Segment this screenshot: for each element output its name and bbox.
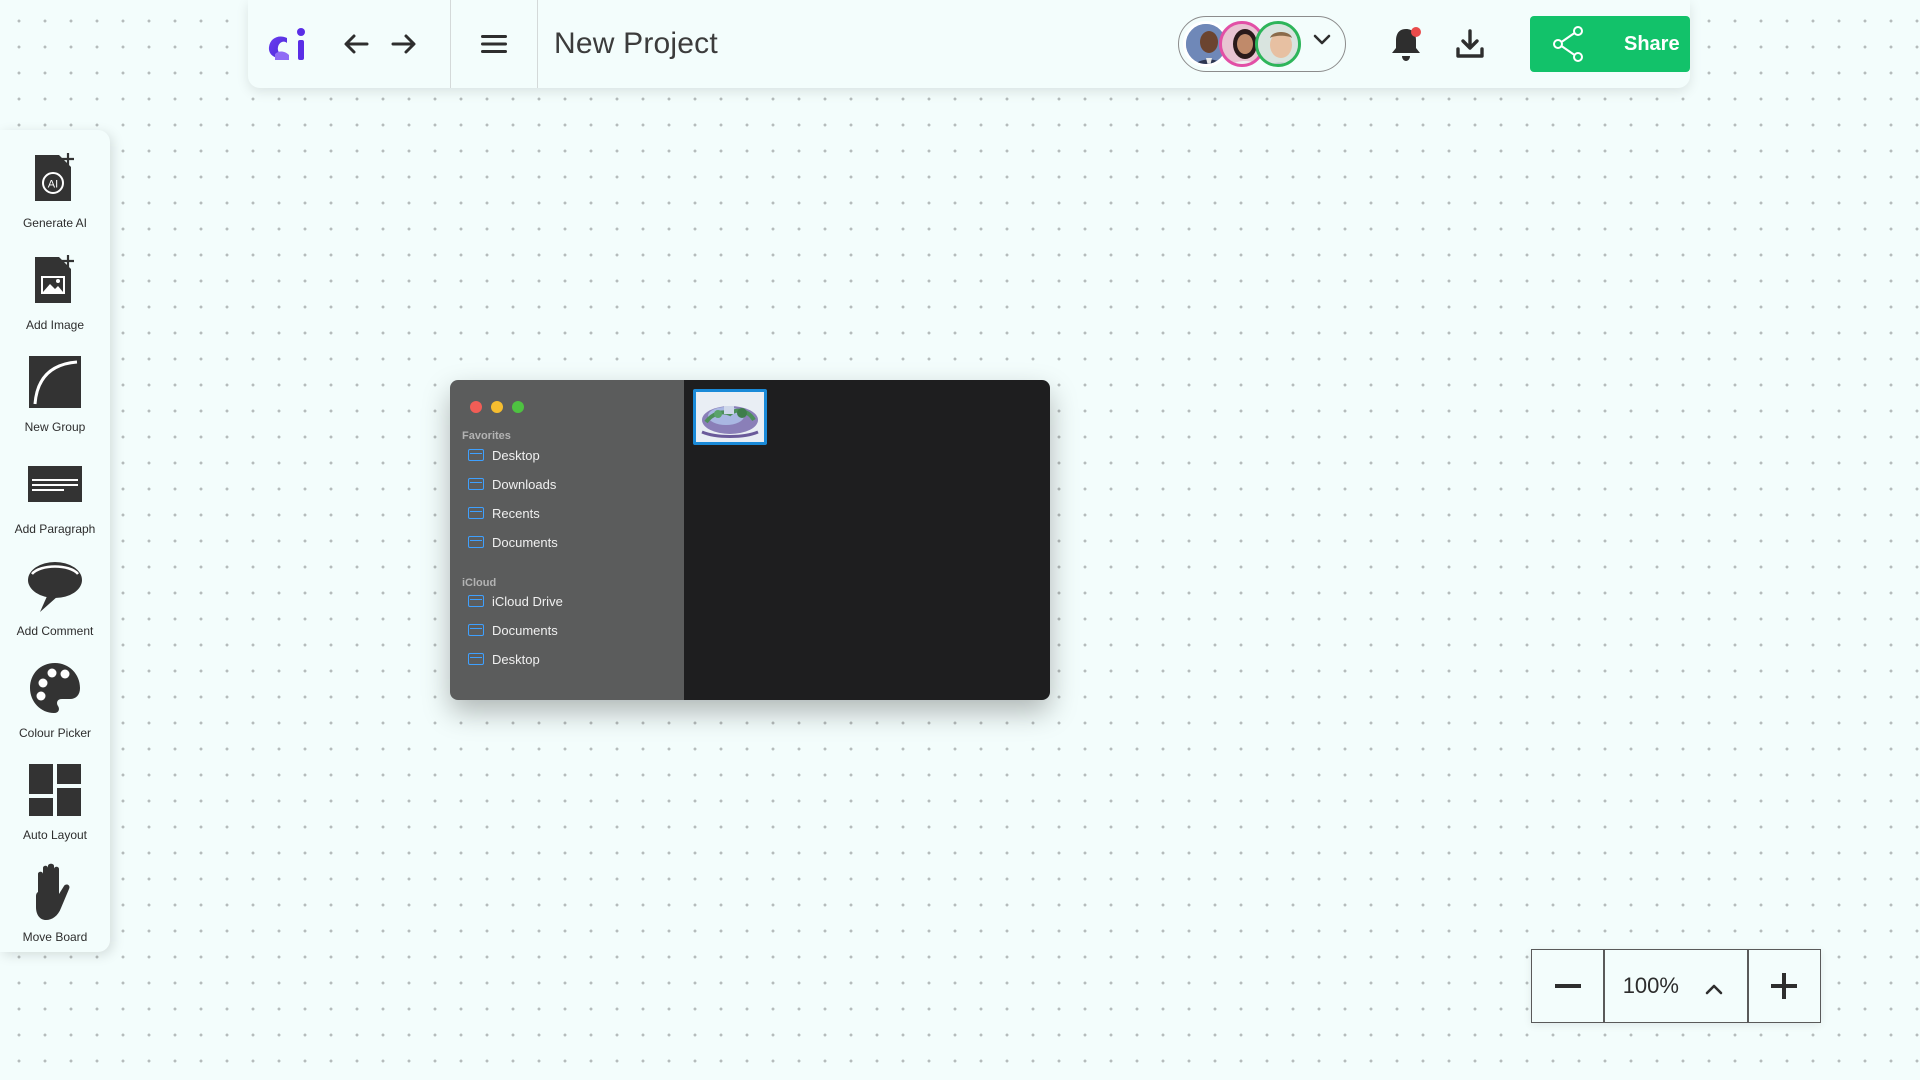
move-board-icon [25,862,85,922]
move-board-button[interactable]: Move Board [0,862,110,964]
add-comment-button[interactable]: Add Comment [0,556,110,658]
tool-label: Auto Layout [22,828,88,842]
share-button[interactable]: Share [1530,16,1690,72]
add-image-icon [25,250,85,310]
tool-label: Colour Picker [18,726,92,740]
generate-ai-button[interactable]: AI Generate AI [0,148,110,250]
sidebar-item-downloads[interactable]: Downloads [468,473,556,495]
share-icon [1553,26,1583,62]
sidebar-item-label: Downloads [492,476,557,492]
tool-label: Add Comment [16,624,94,638]
folder-icon [468,507,484,519]
sidebar-item-label: Documents [492,534,558,550]
folder-icon [468,449,484,461]
auto-layout-icon [25,760,85,820]
sidebar-item-label: Desktop [492,447,540,463]
folder-icon [468,595,484,607]
arrow-left-icon [344,34,369,54]
bell-icon [1392,27,1421,61]
sidebar-item-recents[interactable]: Recents [468,502,540,524]
zoom-out-button[interactable] [1532,950,1603,1022]
sidebar-item-icloud-drive[interactable]: iCloud Drive [468,590,563,612]
add-image-button[interactable]: Add Image [0,250,110,352]
avatar [1255,21,1301,67]
redo-button[interactable] [380,0,428,88]
tool-label: New Group [24,420,86,434]
app-logo[interactable] [248,0,332,88]
left-toolbar: AI Generate AI Add Image New Group Add P… [0,130,110,952]
minus-icon [1554,984,1581,988]
auto-layout-button[interactable]: Auto Layout [0,760,110,862]
svg-text:AI: AI [48,179,58,191]
top-bar: New Project Share [248,0,1690,88]
maximize-window-button[interactable] [512,401,524,413]
chevron-up-icon [1705,976,1723,1002]
colour-picker-button[interactable]: Colour Picker [0,658,110,760]
sidebar-item-documents[interactable]: Documents [468,531,558,553]
undo-button[interactable] [332,0,380,88]
zoom-level-value: 100% [1622,973,1679,998]
download-button[interactable] [1438,0,1502,88]
window-controls [470,401,524,413]
add-comment-icon [25,556,85,616]
chevron-down-icon [1313,33,1331,52]
sidebar-item-icloud-documents[interactable]: Documents [468,619,558,641]
folder-icon [468,536,484,548]
new-group-icon [25,352,85,412]
tool-label: Add Image [25,318,85,332]
image-thumbnail-icon [696,392,764,442]
sidebar-item-label: Documents [492,622,558,638]
zoom-level-dropdown[interactable]: 100% [1605,950,1748,1022]
tool-label: Move Board [22,930,88,944]
tool-label: Add Paragraph [14,522,96,536]
image-file-thumbnail[interactable] [693,389,767,445]
tool-label: Generate AI [22,216,88,230]
collaborators-dropdown[interactable] [1178,16,1346,72]
folder-icon [468,624,484,636]
minimize-window-button[interactable] [491,401,503,413]
close-window-button[interactable] [470,401,482,413]
sidebar-item-label: Desktop [492,651,540,667]
notifications-button[interactable] [1374,0,1438,88]
logo-icon [268,28,305,60]
hamburger-menu-icon [481,35,507,53]
add-paragraph-icon [25,454,85,514]
favorites-section-label: Favorites [462,430,511,442]
arrow-right-icon [391,34,416,54]
plus-icon [1771,973,1798,999]
generate-ai-icon: AI [25,148,85,208]
icloud-section-label: iCloud [462,577,497,589]
share-label: Share [1624,32,1680,55]
colour-picker-icon [25,658,85,718]
sidebar-item-icloud-desktop[interactable]: Desktop [468,648,540,670]
file-browser-window: Favorites Desktop Downloads Recents Docu… [450,380,1050,700]
zoom-in-button[interactable] [1749,950,1820,1022]
add-paragraph-button[interactable]: Add Paragraph [0,454,110,556]
finder-content-area [684,380,1050,700]
menu-button[interactable] [451,0,537,88]
finder-sidebar: Favorites Desktop Downloads Recents Docu… [450,380,684,700]
project-title[interactable]: New Project [538,27,1178,61]
download-icon [1456,29,1484,58]
person-photo-icon [1258,24,1298,64]
folder-icon [468,653,484,665]
folder-icon [468,478,484,490]
sidebar-item-label: iCloud Drive [492,593,563,609]
new-group-button[interactable]: New Group [0,352,110,454]
sidebar-item-label: Recents [492,505,540,521]
sidebar-item-desktop[interactable]: Desktop [468,444,540,466]
zoom-control: 100% [1531,949,1821,1023]
